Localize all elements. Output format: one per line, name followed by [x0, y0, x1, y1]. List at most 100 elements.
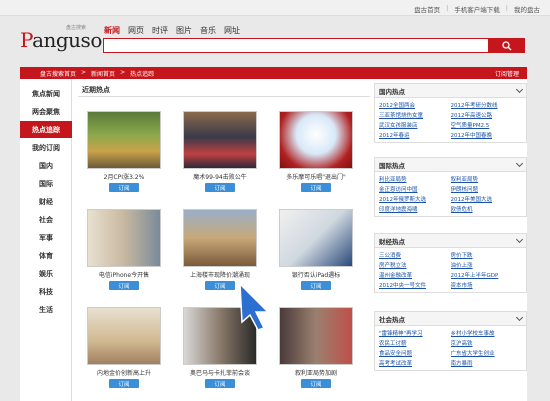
- domestic-hot-box: 国内热点 2012全国两会 2012年考研分数线 三亚茶馆烧伤女童 2012年高…: [374, 83, 527, 143]
- chevron-down-icon[interactable]: [515, 85, 524, 93]
- topic-caption[interactable]: 魔术99-94击败公牛: [180, 172, 260, 181]
- subscribe-button[interactable]: 订阅: [109, 281, 139, 290]
- top-link-mobile[interactable]: 手机客户端下载: [454, 4, 500, 14]
- topic-caption[interactable]: 内地金价创新高上升: [84, 368, 164, 377]
- topic-caption[interactable]: 电信iPhone今开售: [84, 270, 164, 279]
- hot-link[interactable]: 伊朗核问题: [451, 185, 523, 193]
- topic-image[interactable]: [87, 307, 161, 365]
- top-link-home[interactable]: 盘古首页: [414, 4, 440, 14]
- topic-caption[interactable]: 多乐摩可乐唱"退出门": [276, 172, 356, 181]
- breadcrumb-bar: 盘古搜索首页 > 新闻首页 > 热点追踪 订阅管理: [20, 67, 527, 79]
- hot-link[interactable]: 三公消费: [379, 251, 451, 259]
- topic-image[interactable]: [87, 111, 161, 169]
- subscribe-button[interactable]: 订阅: [109, 379, 139, 388]
- hot-link[interactable]: 房价下跌: [451, 251, 523, 259]
- subscribe-button[interactable]: 订阅: [205, 183, 235, 192]
- hot-link[interactable]: 空气质量PM2.5: [451, 121, 523, 129]
- hot-link[interactable]: 乡村小学校车事故: [451, 329, 523, 337]
- sidebar-item-two-sessions[interactable]: 两会聚焦: [20, 103, 72, 120]
- chevron-down-icon[interactable]: [515, 313, 524, 321]
- section-title: 近期热点: [82, 86, 110, 94]
- breadcrumb-news[interactable]: 新闻首页: [91, 69, 115, 78]
- hot-link[interactable]: 房产税立法: [379, 261, 451, 269]
- topic-caption[interactable]: 2月CPI涨3.2%: [84, 172, 164, 181]
- hot-link[interactable]: 2012全国两会: [379, 101, 451, 109]
- panguso-logo[interactable]: Panguso: [20, 28, 102, 52]
- sidebar-item-domestic[interactable]: 国内: [20, 157, 72, 174]
- topic-image[interactable]: [279, 307, 353, 365]
- sidebar-item-military[interactable]: 军事: [20, 229, 72, 246]
- hot-link[interactable]: 油价上涨: [451, 261, 523, 269]
- hot-link[interactable]: 食品安全问题: [379, 349, 451, 357]
- sidebar-item-my-subscriptions[interactable]: 我的订阅: [20, 139, 72, 156]
- search-button[interactable]: [489, 38, 525, 53]
- hot-link[interactable]: 2012年考研分数线: [451, 101, 523, 109]
- topic-caption[interactable]: 银行否认iPad遇标: [276, 270, 356, 279]
- hot-link[interactable]: 三亚茶馆烧伤女童: [379, 111, 451, 119]
- topic-caption[interactable]: 叙利亚局势加剧: [276, 368, 356, 377]
- topic-image[interactable]: [183, 209, 257, 267]
- hot-link[interactable]: 叙利亚局势: [451, 175, 523, 183]
- sidebar-item-finance[interactable]: 财经: [20, 193, 72, 210]
- subscribe-button[interactable]: 订阅: [301, 183, 331, 192]
- sidebar-item-society[interactable]: 社会: [20, 211, 72, 228]
- right-panel: 国内热点 2012全国两会 2012年考研分数线 三亚茶馆烧伤女童 2012年高…: [374, 79, 527, 401]
- hot-link[interactable]: 资本市场: [451, 281, 523, 289]
- hot-link[interactable]: 2012年春运: [379, 131, 451, 139]
- tab-music[interactable]: 音乐: [200, 25, 216, 36]
- topic-card: 叙利亚局势加剧 订阅: [276, 307, 356, 388]
- hot-link[interactable]: 武汉女孩服装店: [379, 121, 451, 129]
- subscribe-button[interactable]: 订阅: [301, 281, 331, 290]
- subscribe-button[interactable]: 订阅: [205, 379, 235, 388]
- hot-link[interactable]: 南方暴雨: [451, 359, 523, 367]
- nav-tabs: 新闻 网页 时评 图片 音乐 网址: [104, 25, 240, 36]
- sidebar-item-tech[interactable]: 科技: [20, 283, 72, 300]
- subscribe-button[interactable]: 订阅: [301, 379, 331, 388]
- topic-image[interactable]: [279, 111, 353, 169]
- topic-card: 多乐摩可乐唱"退出门" 订阅: [276, 111, 356, 192]
- tab-news[interactable]: 新闻: [104, 25, 120, 36]
- topic-image[interactable]: [87, 209, 161, 267]
- sidebar-item-hot-tracking[interactable]: 热点追踪: [20, 121, 72, 138]
- hot-link[interactable]: 2012年高速公路: [451, 111, 523, 119]
- breadcrumb-home[interactable]: 盘古搜索首页: [40, 69, 76, 78]
- tab-urls[interactable]: 网址: [224, 25, 240, 36]
- chevron-down-icon[interactable]: [515, 235, 524, 243]
- subscribe-button[interactable]: 订阅: [205, 281, 235, 290]
- sidebar-item-sports[interactable]: 体育: [20, 247, 72, 264]
- hot-link[interactable]: 2012年上半年GDP: [451, 271, 523, 279]
- sidebar: 焦点新闻 两会聚焦 热点追踪 我的订阅 国内 国际 财经 社会 军事 体育 娱乐…: [20, 79, 72, 401]
- logo-subtitle: 盘古搜索: [66, 25, 87, 31]
- sidebar-item-international[interactable]: 国际: [20, 175, 72, 192]
- tab-web[interactable]: 网页: [128, 25, 144, 36]
- chevron-down-icon[interactable]: [515, 159, 524, 167]
- subscribe-button[interactable]: 订阅: [109, 183, 139, 192]
- hot-link[interactable]: 金正恩访问中国: [379, 185, 451, 193]
- hot-link[interactable]: 2012年中国春晚: [451, 131, 523, 139]
- hot-link[interactable]: 京沪高铁: [451, 339, 523, 347]
- tab-images[interactable]: 图片: [176, 25, 192, 36]
- top-link-my[interactable]: 我的盘古: [514, 4, 540, 14]
- hot-link[interactable]: 广东省大学生创业: [451, 349, 523, 357]
- topic-image[interactable]: [183, 111, 257, 169]
- subscription-manage-link[interactable]: 订阅管理: [495, 69, 519, 78]
- hot-link[interactable]: 温州金融改革: [379, 271, 451, 279]
- hot-link[interactable]: 印度洋地震海啸: [379, 205, 451, 213]
- tab-commentary[interactable]: 时评: [152, 25, 168, 36]
- hot-link[interactable]: 高考考试改革: [379, 359, 451, 367]
- hot-link[interactable]: 欧债危机: [451, 205, 523, 213]
- hot-link[interactable]: 2012中央一号文件: [379, 281, 451, 289]
- topic-image[interactable]: [279, 209, 353, 267]
- top-links: 盘古首页 | 手机客户端下载 | 我的盘古: [414, 4, 540, 14]
- hot-link[interactable]: 利比亚局势: [379, 175, 451, 183]
- hot-link[interactable]: 2012年俄罗斯大选: [379, 195, 451, 203]
- sidebar-item-focus[interactable]: 焦点新闻: [20, 85, 72, 102]
- topic-caption[interactable]: 上海楼市现降价潮涌现: [180, 270, 260, 279]
- hot-link[interactable]: 农民工讨薪: [379, 339, 451, 347]
- hot-link[interactable]: "雷锋精神"再学习: [379, 329, 451, 337]
- sidebar-item-entertainment[interactable]: 娱乐: [20, 265, 72, 282]
- topic-caption[interactable]: 奥巴马与卡扎菲前会谈: [180, 368, 260, 377]
- search-input[interactable]: [103, 38, 489, 53]
- sidebar-item-life[interactable]: 生活: [20, 301, 72, 318]
- hot-link[interactable]: 2012年美国大选: [451, 195, 523, 203]
